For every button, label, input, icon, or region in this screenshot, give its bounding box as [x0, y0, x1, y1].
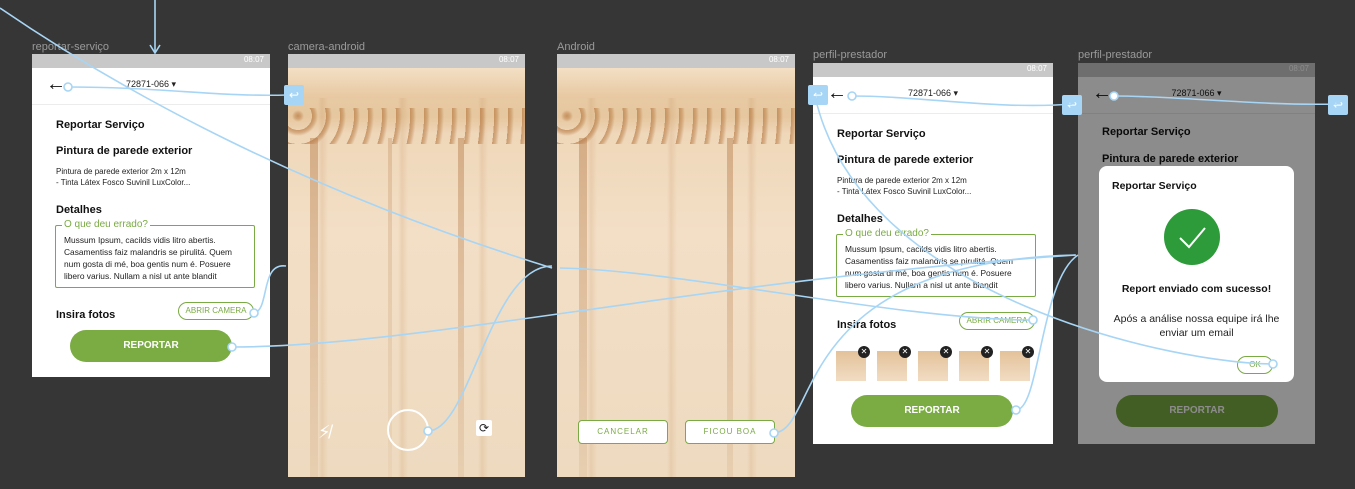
prototype-links — [0, 0, 1338, 438]
